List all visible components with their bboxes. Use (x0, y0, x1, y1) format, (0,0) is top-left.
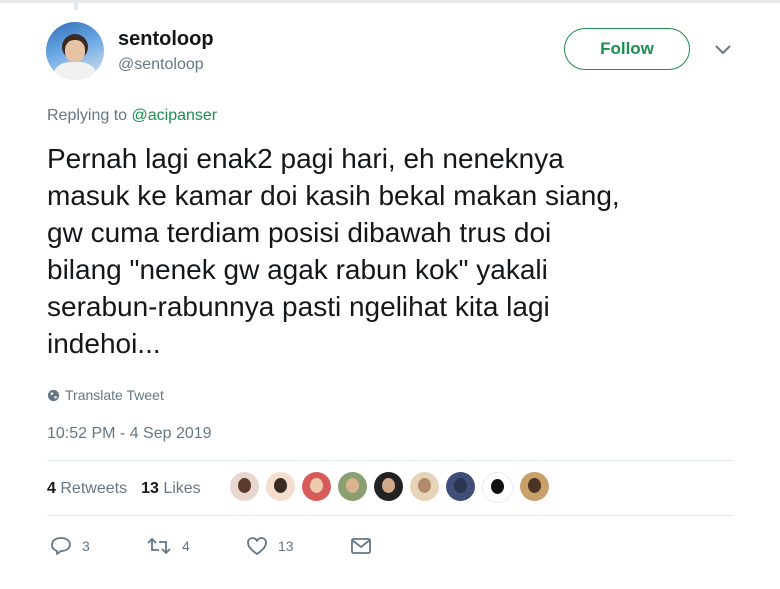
reply-context: Replying to @acipanser (47, 107, 217, 125)
liker-avatar[interactable] (446, 472, 475, 501)
likes-count: 13 (141, 480, 159, 497)
tweet-text: Pernah lagi enak2 pagi hari, eh neneknya… (47, 143, 620, 359)
retweet-count: 4 (182, 538, 190, 554)
liker-avatar[interactable] (338, 472, 367, 501)
heart-icon (247, 537, 267, 556)
reply-mention-link[interactable]: @acipanser (132, 107, 218, 124)
envelope-icon (351, 538, 371, 554)
direct-message-button[interactable] (350, 537, 372, 555)
like-count: 13 (278, 538, 294, 554)
translate-label: Translate Tweet (65, 387, 164, 403)
author-display-name[interactable]: sentoloop (118, 28, 214, 51)
reply-count: 3 (82, 538, 90, 554)
tweet-timestamp[interactable]: 10:52 PM - 4 Sep 2019 (47, 425, 212, 443)
translate-tweet-link[interactable]: Translate Tweet (47, 387, 164, 403)
globe-icon (47, 389, 60, 401)
liker-avatar[interactable] (482, 472, 513, 503)
divider (47, 460, 733, 461)
retweets-label: Retweets (60, 480, 128, 497)
likes-label: Likes (163, 480, 201, 497)
top-divider (0, 0, 780, 3)
chevron-down-icon[interactable] (714, 44, 732, 56)
like-button[interactable]: 13 (246, 536, 350, 556)
divider (47, 515, 733, 516)
liker-avatars (230, 472, 549, 503)
liker-avatar[interactable] (302, 472, 331, 501)
liker-avatar[interactable] (266, 472, 295, 501)
liker-avatar[interactable] (374, 472, 403, 501)
retweet-icon (147, 537, 171, 555)
retweets-stat[interactable]: 4 Retweets (47, 480, 127, 498)
author-avatar[interactable] (46, 22, 104, 80)
engagement-stats: 4 Retweets 13 Likes (47, 480, 201, 498)
reply-icon (51, 537, 71, 555)
retweets-count: 4 (47, 480, 56, 497)
retweet-button[interactable]: 4 (146, 536, 246, 556)
liker-avatar[interactable] (520, 472, 549, 501)
liker-avatar[interactable] (410, 472, 439, 501)
action-bar: 3 4 13 (50, 536, 372, 556)
reply-button[interactable]: 3 (50, 536, 146, 556)
liker-avatar[interactable] (230, 472, 259, 501)
likes-stat[interactable]: 13 Likes (141, 480, 201, 498)
author-handle[interactable]: @sentoloop (118, 56, 204, 74)
thread-connector (74, 0, 78, 10)
reply-prefix: Replying to (47, 107, 128, 124)
follow-button[interactable]: Follow (564, 28, 690, 70)
